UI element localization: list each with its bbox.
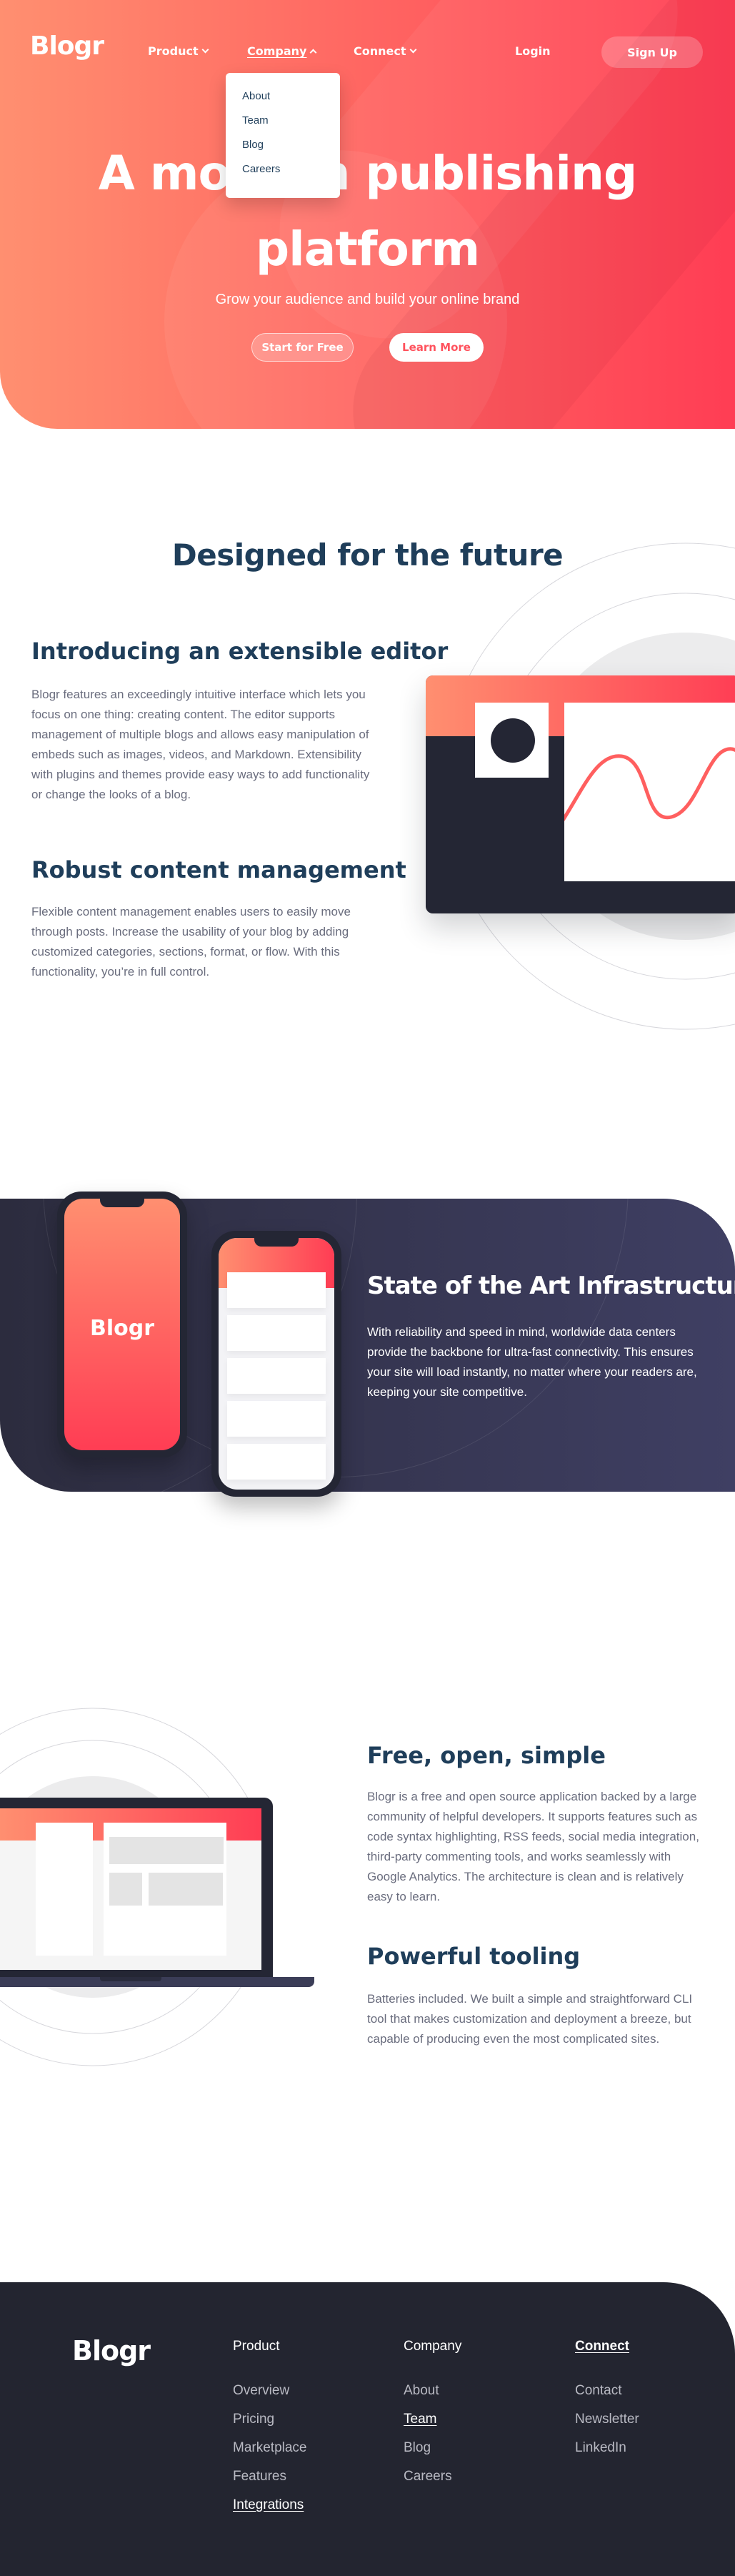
content-text: Flexible content management enables user…	[31, 905, 351, 979]
wave-line-icon	[548, 747, 735, 841]
editor-text: Blogr features an exceedingly intuitive …	[31, 688, 370, 801]
phone-screen: Blogr	[64, 1199, 180, 1450]
editor-heading: Introducing an extensible editor	[31, 638, 449, 665]
phone-list-card	[227, 1444, 326, 1480]
phone-illustration-list	[211, 1231, 341, 1497]
footer-link-contact[interactable]: Contact	[575, 2383, 639, 2412]
phone-list-card	[227, 1401, 326, 1437]
company-dropdown: About Team Blog Careers	[226, 73, 340, 198]
footer-link-integrations[interactable]: Integrations	[233, 2497, 307, 2526]
free-heading: Free, open, simple	[367, 1742, 606, 1769]
content-heading: Robust content management	[31, 856, 406, 883]
chevron-up-icon	[310, 49, 317, 56]
dropdown-item-about[interactable]: About	[242, 90, 340, 114]
dropdown-item-careers[interactable]: Careers	[242, 163, 340, 187]
editor-image-block	[475, 703, 549, 778]
laptop-base	[0, 1977, 314, 1987]
laptop-sidebar	[36, 1823, 93, 1956]
footer-link-team[interactable]: Team	[404, 2412, 461, 2440]
footer-heading-product: Product	[233, 2339, 280, 2354]
hero-section: Blogr Product Company Connect Login Sign…	[0, 0, 735, 429]
hero-title: A modern publishing platform	[0, 136, 735, 287]
nav-company-label: Company	[247, 44, 307, 58]
footer-column-product: Product Overview Pricing Marketplace Fea…	[233, 2339, 307, 2526]
footer-link-marketplace[interactable]: Marketplace	[233, 2440, 307, 2469]
phone-list-card	[227, 1315, 326, 1351]
footer-link-linkedin[interactable]: LinkedIn	[575, 2440, 639, 2469]
phone-brand: Blogr	[89, 1316, 155, 1341]
nav-product[interactable]: Product	[148, 44, 209, 58]
signup-button[interactable]: Sign Up	[601, 36, 703, 68]
laptop-notch	[100, 1977, 161, 1981]
phone-illustration-brand: Blogr	[57, 1192, 187, 1457]
laptop-placeholder-block	[109, 1837, 224, 1864]
laptop-illustration	[0, 1680, 336, 2109]
infrastructure-text: With reliability and speed in mind, worl…	[367, 1325, 697, 1399]
footer-column-company: Company About Team Blog Careers	[404, 2339, 461, 2497]
laptop-display	[0, 1808, 261, 1970]
nav-company[interactable]: Company	[247, 44, 317, 58]
nav-product-label: Product	[148, 44, 199, 58]
footer-link-features[interactable]: Features	[233, 2469, 307, 2497]
footer-link-overview[interactable]: Overview	[233, 2383, 307, 2412]
footer-link-careers[interactable]: Careers	[404, 2469, 461, 2497]
hero-subtitle: Grow your audience and build your online…	[215, 292, 520, 307]
tooling-text: Batteries included. We built a simple an…	[367, 1992, 693, 2046]
infrastructure-heading: State of the Art Infrastructure	[367, 1272, 735, 1300]
footer-link-pricing[interactable]: Pricing	[233, 2412, 307, 2440]
nav-connect[interactable]: Connect	[354, 44, 416, 58]
phone-screen	[219, 1238, 334, 1490]
login-link[interactable]: Login	[515, 44, 551, 58]
editor-window	[426, 675, 735, 913]
start-free-button[interactable]: Start for Free	[251, 333, 354, 362]
laptop-placeholder-block	[109, 1873, 142, 1906]
footer-logo[interactable]: Blogr	[72, 2335, 151, 2367]
circle-icon	[491, 718, 535, 763]
phone-list-card	[227, 1358, 326, 1394]
chevron-down-icon	[409, 46, 416, 54]
footer-heading-company: Company	[404, 2339, 462, 2354]
phone-notch	[254, 1238, 299, 1247]
footer-column-connect: Connect Contact Newsletter LinkedIn	[575, 2339, 639, 2469]
dropdown-item-team[interactable]: Team	[242, 114, 340, 139]
footer-heading-connect: Connect	[575, 2339, 629, 2354]
editor-chart-panel	[548, 703, 735, 881]
phone-notch	[100, 1199, 144, 1207]
learn-more-button[interactable]: Learn More	[389, 333, 484, 362]
editor-illustration	[400, 532, 735, 1047]
footer-link-newsletter[interactable]: Newsletter	[575, 2412, 639, 2440]
tooling-heading: Powerful tooling	[367, 1943, 581, 1970]
footer-link-about[interactable]: About	[404, 2383, 461, 2412]
nav-connect-label: Connect	[354, 44, 406, 58]
laptop-placeholder-block	[149, 1873, 223, 1906]
dropdown-item-blog[interactable]: Blog	[242, 139, 340, 163]
footer-link-blog[interactable]: Blog	[404, 2440, 461, 2469]
phone-list-card	[227, 1272, 326, 1308]
hero-title-line1: A modern publishing	[98, 146, 638, 201]
laptop-screen	[0, 1798, 273, 1978]
chevron-down-icon	[201, 46, 209, 54]
free-text: Blogr is a free and open source applicat…	[367, 1790, 699, 1903]
hero-title-line2: platform	[255, 222, 480, 277]
